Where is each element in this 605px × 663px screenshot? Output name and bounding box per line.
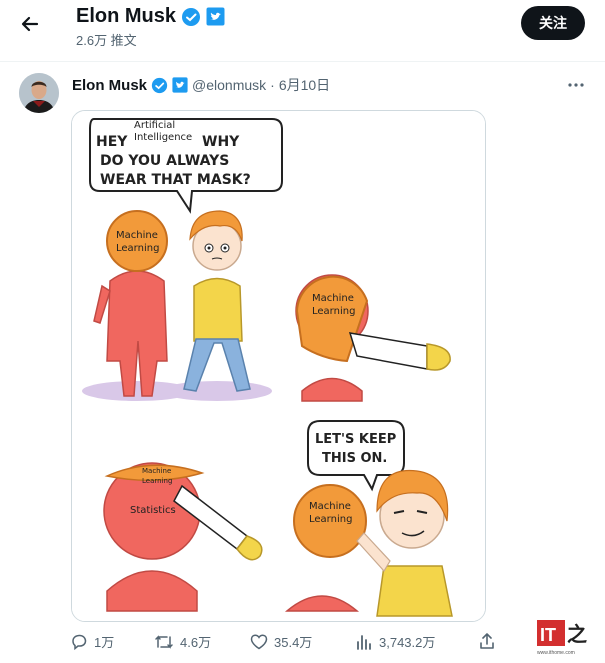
ml-label-2b: Learning (312, 306, 355, 317)
comic-illustration: Artificial Intelligence HEY WHY DO YOU A… (72, 111, 485, 621)
reply-icon (72, 634, 87, 650)
more-options-button[interactable] (567, 76, 585, 99)
tweet-date[interactable]: 6月10日 (279, 75, 330, 95)
ml-label-1b: Learning (116, 243, 159, 254)
bubble2-line2: THIS ON. (322, 451, 387, 466)
more-dots-icon (568, 83, 584, 87)
svg-text:www.ithome.com: www.ithome.com (537, 650, 575, 656)
reply-count: 1万 (94, 635, 115, 650)
tweet-actions: 1万 4.6万 35.4万 3,743.2万 (70, 632, 510, 656)
ml-label-3b: Learning (142, 477, 172, 485)
ml-label-4a: Machine (309, 501, 351, 512)
ithome-logo: IT 之 www.ithome.com (537, 620, 587, 656)
statistics-label: Statistics (130, 505, 176, 516)
ml-mask-head-1 (106, 210, 168, 272)
back-arrow-icon (21, 16, 39, 32)
author-handle[interactable]: @elonmusk (192, 77, 266, 93)
ml-label-3a: Machine (142, 467, 171, 475)
bubble2-line1: LET'S KEEP (315, 432, 396, 447)
like-count: 35.4万 (274, 635, 313, 650)
reply-button[interactable]: 1万 (70, 632, 114, 651)
share-button[interactable] (478, 632, 496, 650)
tweet-media-image[interactable]: Artificial Intelligence HEY WHY DO YOU A… (71, 110, 486, 622)
avatar[interactable] (19, 73, 59, 113)
retweet-button[interactable]: 4.6万 (154, 632, 211, 651)
views-button[interactable]: 3,743.2万 (355, 632, 435, 651)
header-divider (0, 61, 605, 62)
bubble1-line2: DO YOU ALWAYS (100, 153, 229, 169)
tweet-count: 2.6万 推文 (76, 33, 137, 48)
separator-dot: · (270, 77, 275, 93)
heart-icon (250, 633, 268, 649)
like-button[interactable]: 35.4万 (250, 632, 312, 651)
analytics-icon (357, 634, 371, 650)
view-count: 3,743.2万 (379, 635, 436, 650)
retweet-count: 4.6万 (180, 635, 212, 650)
verified-badge-icon (182, 7, 201, 26)
svg-text:之: 之 (567, 622, 587, 646)
author-name[interactable]: Elon Musk (72, 77, 147, 94)
profile-title: Elon Musk (76, 5, 225, 28)
svg-text:IT: IT (540, 625, 556, 645)
ml-label-2a: Machine (312, 293, 354, 304)
twitter-affiliate-icon (206, 7, 225, 26)
bubble1-text-hey: HEY (96, 134, 128, 150)
bubble1-line3: WEAR THAT MASK? (100, 172, 251, 188)
tweet-author: Elon Musk @elonmusk · 6月10日 (72, 75, 330, 95)
twitter-affiliate-icon (172, 77, 188, 93)
bubble1-small-2: Intelligence (134, 132, 192, 143)
retweet-icon (155, 634, 173, 649)
verified-badge-icon (151, 77, 168, 93)
ithome-watermark: IT 之 www.ithome.com (535, 616, 595, 656)
follow-button[interactable]: 关注 (521, 6, 585, 40)
back-button[interactable] (12, 6, 48, 42)
bubble1-text-why: WHY (202, 134, 240, 150)
avatar-image (19, 73, 59, 113)
bubble1-small-1: Artificial (134, 120, 175, 131)
profile-header: Elon Musk 2.6万 推文 关注 (0, 0, 605, 60)
ml-label-4b: Learning (309, 514, 352, 525)
profile-name: Elon Musk (76, 5, 177, 27)
share-icon (480, 633, 494, 649)
ml-label-1a: Machine (116, 230, 158, 241)
